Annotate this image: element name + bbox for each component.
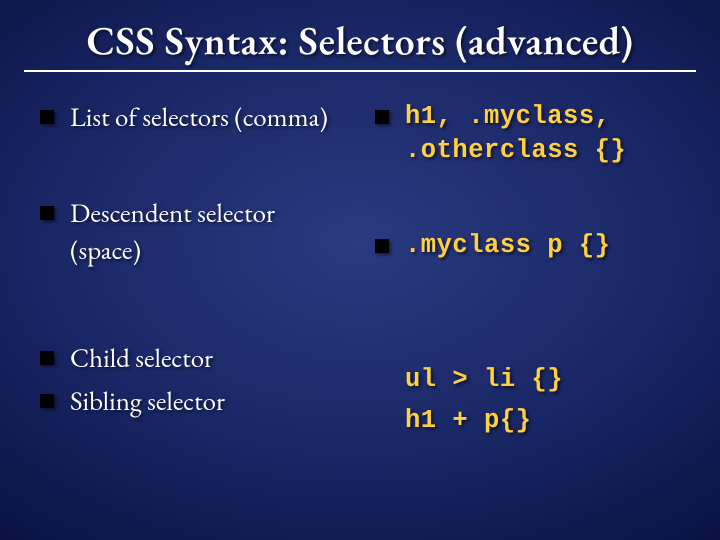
selector-description: Sibling selector [70, 384, 225, 420]
list-item: h1 + p{} [375, 404, 680, 438]
slide-body: List of selectors (comma) Descendent sel… [30, 100, 690, 444]
bullet-icon [375, 110, 389, 124]
bullet-icon [40, 206, 54, 220]
left-column: List of selectors (comma) Descendent sel… [40, 100, 345, 444]
selector-description: Child selector [70, 341, 213, 377]
code-example: ul > li {} [405, 363, 563, 397]
bullet-icon [40, 394, 54, 408]
right-column: h1, .myclass, .otherclass {} .myclass p … [375, 100, 680, 444]
list-item: h1, .myclass, .otherclass {} [375, 100, 680, 169]
list-item: Sibling selector [40, 384, 345, 420]
list-item: .myclass p {} [375, 229, 680, 263]
list-item: Child selector [40, 341, 345, 377]
selector-description: List of selectors (comma) [70, 100, 328, 136]
code-example: h1 + p{} [405, 404, 531, 438]
slide-title: CSS Syntax: Selectors (advanced) [30, 18, 690, 68]
bullet-icon [375, 239, 389, 253]
bullet-icon [40, 110, 54, 124]
title-wrap: CSS Syntax: Selectors (advanced) [30, 18, 690, 72]
bullet-icon [40, 351, 54, 365]
title-underline [24, 70, 696, 72]
list-item: ul > li {} [375, 363, 680, 397]
code-example: .myclass p {} [405, 229, 610, 263]
slide: CSS Syntax: Selectors (advanced) List of… [0, 0, 720, 540]
code-example: h1, .myclass, .otherclass {} [405, 100, 680, 169]
list-item: List of selectors (comma) [40, 100, 345, 136]
selector-description: Descendent selector (space) [70, 196, 345, 269]
list-item: Descendent selector (space) [40, 196, 345, 269]
